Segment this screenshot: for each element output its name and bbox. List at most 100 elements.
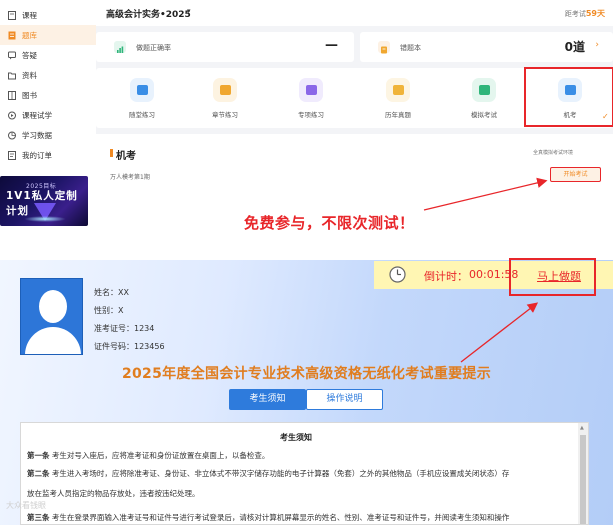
- countdown-label: 倒计时：: [424, 270, 468, 283]
- wrong-book-card[interactable]: 错题本 0道 ›: [360, 32, 613, 62]
- sidebar-item-label: 题库: [22, 30, 37, 40]
- chevron-down-icon[interactable]: ▾: [187, 7, 191, 15]
- countdown-suffix: 天: [597, 9, 605, 18]
- exam-title: 机考: [116, 151, 136, 162]
- mode-chapter-practice[interactable]: 章节练习: [185, 68, 265, 128]
- rule-number: 第一条: [27, 451, 50, 460]
- sidebar-item-orders[interactable]: 我的订单: [0, 145, 96, 165]
- mode-mock-exam[interactable]: 模拟考试: [444, 68, 524, 128]
- sidebar-item-label: 课程试学: [22, 110, 52, 120]
- avatar-body: [25, 327, 81, 354]
- tab-operation-guide[interactable]: 操作说明: [306, 389, 383, 410]
- chart-icon: [114, 41, 126, 53]
- highlight-box: [509, 258, 596, 296]
- title-accent-bar: [110, 149, 113, 157]
- wrong-book-label: 错题本: [400, 44, 421, 52]
- sidebar-item-question-bank[interactable]: 题库: [0, 25, 96, 45]
- mode-label: 章节练习: [212, 111, 238, 119]
- promo-banner[interactable]: 2025目标 1V1私人定制计划: [0, 176, 88, 226]
- sidebar-item-course[interactable]: 课程: [0, 5, 96, 25]
- sidebar: 课程 题库 答疑 资料 图书 课程试学 学习数据 我的订单 2025目标 1V1…: [0, 0, 96, 250]
- candidate-ticket: 准考证号：1234: [94, 324, 155, 333]
- mock-exam-icon: [472, 78, 496, 102]
- check-icon: ✓: [602, 112, 609, 121]
- candidate-name: 姓名：XX: [94, 288, 129, 297]
- rule-text: 考生在登录界面输入准考证号和证件号进行考试登录后，请核对计算机屏幕显示的姓名、性…: [49, 513, 510, 522]
- exam-countdown: 距考试59天: [565, 8, 605, 19]
- chevron-right-icon[interactable]: ›: [595, 40, 599, 50]
- rule-1: 第一条 考生对号入座后，应将准考证和身份证放置在桌面上，以备检查。: [27, 446, 587, 465]
- special-practice-icon: [299, 78, 323, 102]
- notebook-icon: [378, 41, 390, 54]
- header: 高级会计实务•2025 ▾ 距考试59天: [96, 0, 613, 26]
- sidebar-item-label: 课程: [22, 10, 37, 20]
- order-icon: [8, 150, 16, 160]
- mode-label: 专项练习: [298, 111, 324, 119]
- sidebar-item-label: 资料: [22, 70, 37, 80]
- rule-number: 第三条: [27, 513, 50, 522]
- book-icon: [8, 10, 16, 20]
- watermark: 大众看钱眼: [6, 501, 46, 510]
- mode-label: 随堂练习: [129, 111, 155, 119]
- scrollbar[interactable]: ▲: [578, 423, 588, 524]
- rule-2-cont: 放在监考人员指定的物品存放处，违者按违纪处理。: [27, 484, 587, 503]
- countdown-prefix: 距考试: [564, 10, 586, 18]
- start-exam-label: 开始考试: [563, 171, 588, 178]
- question-bank-icon: [8, 31, 16, 40]
- candidate-gender: 性别：X: [94, 306, 124, 315]
- accuracy-value: —: [325, 38, 338, 53]
- promo-glow: [24, 216, 66, 222]
- mode-label: 模拟考试: [471, 111, 497, 119]
- notice-box-title: 考生须知: [280, 433, 312, 442]
- sidebar-item-study-data[interactable]: 学习数据: [0, 125, 96, 145]
- practice-modes: 随堂练习 章节练习 专项练习 历年真题 模拟考试 机考 ✓: [96, 67, 613, 128]
- candidate-id: 证件号码：123456: [94, 342, 165, 351]
- mode-class-practice[interactable]: 随堂练习: [102, 68, 182, 128]
- rule-text: 考生进入考场时，应将除准考证、身份证、非立体式不带汉字储存功能的电子计算器（免套…: [49, 469, 510, 478]
- accuracy-label: 做题正确率: [136, 44, 171, 52]
- mode-label: 历年真题: [385, 111, 411, 119]
- bookshelf-icon: [8, 90, 16, 100]
- countdown-days: 59: [585, 9, 597, 18]
- data-icon: [8, 131, 16, 140]
- sidebar-item-label: 图书: [22, 90, 37, 100]
- rule-2: 第二条 考生进入考场时，应将除准考证、身份证、非立体式不带汉字储存功能的电子计算…: [27, 464, 587, 483]
- avatar: [20, 278, 83, 355]
- scroll-up-icon[interactable]: ▲: [580, 425, 584, 431]
- rule-text: 放在监考人员指定的物品存放处，违者按违纪处理。: [27, 489, 200, 498]
- annotation-free-text: 免费参与，不限次测试！: [244, 214, 415, 232]
- sidebar-item-label: 答疑: [22, 50, 37, 60]
- exam-env-label: 全真模拟考试环境: [533, 150, 574, 156]
- top-panel: 课程 题库 答疑 资料 图书 课程试学 学习数据 我的订单 2025目标 1V1…: [0, 0, 613, 250]
- sidebar-item-materials[interactable]: 资料: [0, 65, 96, 85]
- play-icon: [8, 111, 16, 120]
- exam-notice-page: 姓名：XX 性别：X 准考证号：1234 证件号码：123456 倒计时： 00…: [0, 250, 613, 525]
- accuracy-card: 做题正确率 —: [96, 32, 354, 62]
- highlight-box: [524, 67, 613, 127]
- notice-box: 考生须知 第一条 考生对号入座后，应将准考证和身份证放置在桌面上，以备检查。 第…: [20, 422, 589, 525]
- chapter-practice-icon: [213, 78, 237, 102]
- rule-text: 考生对号入座后，应将准考证和身份证放置在桌面上，以备检查。: [49, 451, 270, 460]
- sidebar-item-qa[interactable]: 答疑: [0, 45, 96, 65]
- mode-past-papers[interactable]: 历年真题: [358, 68, 438, 128]
- chat-icon: [8, 51, 16, 60]
- tab-candidate-notice[interactable]: 考生须知: [229, 389, 306, 410]
- avatar-head: [39, 290, 67, 323]
- past-papers-icon: [386, 78, 410, 102]
- notice-main-title: 2025年度全国会计专业技术高级资格无纸化考试重要提示: [121, 366, 492, 382]
- sidebar-item-books[interactable]: 图书: [0, 85, 96, 105]
- exam-subtitle: 万人模考第1期: [110, 174, 150, 181]
- sidebar-item-label: 学习数据: [22, 130, 52, 140]
- class-practice-icon: [130, 78, 154, 102]
- sidebar-item-label: 我的订单: [22, 150, 52, 160]
- wrong-book-count: 0道: [564, 40, 585, 54]
- sidebar-item-trial[interactable]: 课程试学: [0, 105, 96, 125]
- rule-number: 第二条: [27, 469, 50, 478]
- start-exam-button[interactable]: 开始考试: [550, 167, 601, 182]
- course-title[interactable]: 高级会计实务•2025: [106, 7, 191, 20]
- folder-icon: [8, 71, 16, 80]
- clock-icon: [389, 266, 406, 283]
- scrollbar-thumb[interactable]: [580, 435, 586, 524]
- mode-special-practice[interactable]: 专项练习: [271, 68, 351, 128]
- rule-3: 第三条 考生在登录界面输入准考证号和证件号进行考试登录后，请核对计算机屏幕显示的…: [27, 508, 587, 525]
